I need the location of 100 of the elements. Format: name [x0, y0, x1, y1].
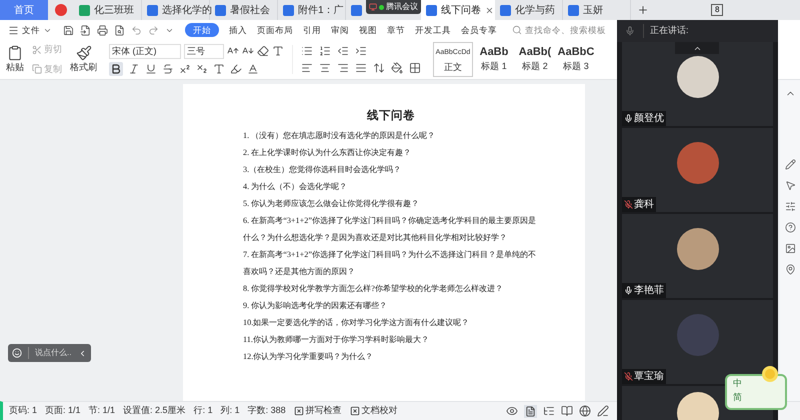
status-item: 页面: 1/1 [45, 404, 81, 418]
style-preset[interactable]: AaBbC 标题 3 [556, 42, 596, 78]
menu-icon[interactable] [8, 24, 19, 36]
image-icon[interactable] [784, 243, 796, 254]
align-right-icon[interactable] [337, 62, 349, 74]
checkbox-icon [350, 406, 360, 416]
clear-format-icon[interactable] [257, 45, 269, 57]
ribbon-tab[interactable]: 引用 [303, 24, 321, 36]
status-item: 设置值: 2.5厘米 [123, 404, 186, 418]
ribbon-tab[interactable]: 审阅 [331, 24, 349, 36]
eye-icon[interactable] [506, 405, 518, 417]
document-title: 线下问卷 [366, 108, 416, 124]
file-menu[interactable]: 文件 [22, 24, 40, 36]
reading-view-icon[interactable] [560, 405, 573, 417]
avatar [676, 228, 718, 270]
participant-tile[interactable]: 龚科 [622, 128, 773, 212]
question-text: 8. 你觉得学校对化学教学方面怎么样?你希望学校的化学老师怎么样改进？ [243, 283, 504, 295]
style-preset[interactable]: AaBb( 标题 2 [515, 42, 555, 78]
page-view-button[interactable] [524, 404, 537, 418]
speaking-label: 正在讲话: [643, 24, 689, 38]
close-icon[interactable] [485, 6, 494, 14]
align-center-icon[interactable] [319, 62, 331, 74]
sliders-icon[interactable] [784, 201, 796, 212]
italic-icon[interactable] [128, 62, 140, 74]
question-text: 1. （没有）您在填志愿时没有选化学的原因是什么呢？ [243, 130, 436, 142]
font-size-select[interactable]: 三号 [184, 44, 224, 58]
borders-icon[interactable] [409, 62, 421, 74]
justify-icon[interactable] [355, 62, 367, 74]
ribbon-tab[interactable]: 会员专享 [461, 24, 497, 36]
status-item: 页码: 1 [9, 404, 38, 418]
save-icon[interactable] [63, 24, 74, 36]
participant-tile[interactable]: 李艳菲 [622, 214, 773, 298]
undo-icon[interactable] [131, 24, 142, 36]
document-icon [147, 4, 158, 16]
microphone-icon[interactable] [625, 26, 635, 36]
question-text: 12.你认为学习化学重要吗？为什么？ [243, 351, 374, 363]
status-item: 节: 1/1 [88, 404, 116, 418]
font-color-icon[interactable] [247, 62, 259, 74]
paste-button[interactable]: 粘贴 [6, 44, 24, 74]
underline-icon[interactable] [145, 62, 157, 74]
numbered-list-icon[interactable] [319, 45, 331, 57]
document-icon [351, 4, 362, 16]
outline-view-icon[interactable] [542, 405, 555, 417]
new-tab-icon[interactable] [637, 4, 649, 16]
participant-tile[interactable]: 颜登优 [622, 42, 773, 126]
question-text: 2. 在上化学课时你认为什么东西让你决定有趣？ [243, 147, 412, 159]
smiley-icon [12, 348, 22, 358]
map-pin-icon[interactable] [784, 264, 796, 275]
ribbon-tab[interactable]: 视图 [359, 24, 377, 36]
paintbrush-icon [76, 44, 92, 61]
question-text: 11.你认为教师哪一方面对于你学习学科时影响最大？ [243, 334, 430, 346]
status-item: 字数: 388 [248, 404, 286, 418]
indent-icon[interactable] [355, 45, 367, 57]
ribbon-tab[interactable]: 章节 [387, 24, 405, 36]
superscript-icon[interactable] [179, 62, 191, 74]
align-left-icon[interactable] [301, 62, 313, 74]
preview-icon[interactable] [114, 24, 125, 36]
style-preset[interactable]: AaBb 标题 1 [474, 42, 514, 78]
ime-status-bar[interactable]: 中 简 [725, 374, 787, 410]
format-painter-button[interactable]: 格式刷 [70, 44, 97, 74]
strikethrough-icon[interactable] [162, 62, 174, 74]
question-text: 7. 在新高考“3+1+2”你选择了化学这门科目吗？为什么不选择这门科目？是单纯的不喜欢吗？还是其他方面的原因？ [243, 249, 537, 278]
search-field[interactable]: 查找命令、搜索模板 [512, 24, 607, 36]
proofread-button[interactable]: 文档校对 [350, 404, 398, 418]
status-item: 列: 1 [220, 404, 240, 418]
redo-icon[interactable] [148, 24, 159, 36]
bold-button[interactable] [109, 62, 123, 76]
screen-share-count[interactable]: 8 [711, 4, 724, 16]
help-icon[interactable] [784, 222, 796, 233]
question-text: 4. 为什么（不）会选化学呢？ [243, 181, 348, 193]
document-tab[interactable]: 首页 [0, 0, 48, 20]
microphone-icon [624, 286, 633, 295]
question-text: 3.（在校生）您觉得你选科目时会选化学吗？ [243, 164, 402, 176]
participant-name-tag: 覃宝瑜 [622, 369, 666, 384]
export-icon[interactable] [80, 24, 91, 36]
pen-icon[interactable] [784, 159, 796, 170]
screen-icon [369, 3, 377, 11]
pen-icon[interactable] [596, 405, 609, 417]
meeting-badge[interactable]: 腾讯会议 [366, 0, 421, 14]
ribbon-tab[interactable]: 开始 [185, 22, 219, 38]
bold-icon [110, 62, 122, 74]
web-view-icon[interactable] [578, 405, 591, 417]
shading-icon[interactable] [391, 62, 403, 74]
spreadsheet-icon [79, 4, 90, 16]
ribbon-tab[interactable]: 插入 [229, 24, 247, 36]
ribbon-tab[interactable]: 开发工具 [415, 24, 451, 36]
muted-microphone-icon [624, 372, 633, 381]
line-spacing-icon[interactable] [373, 62, 385, 74]
cursor-icon[interactable] [784, 180, 796, 191]
scissors-icon [32, 44, 42, 55]
app-logo-icon [55, 4, 67, 16]
print-icon[interactable] [97, 24, 108, 36]
comment-bar[interactable]: 说点什么... [8, 344, 91, 362]
ribbon-tab[interactable]: 页面布局 [257, 24, 293, 36]
subscript-icon[interactable] [196, 62, 208, 74]
outdent-icon[interactable] [337, 45, 349, 57]
document-tab[interactable]: 线下问卷 [421, 0, 495, 20]
highlighter-icon[interactable] [230, 62, 242, 74]
spell-check-button[interactable]: 拼写检查 [294, 404, 342, 418]
font-select[interactable]: 宋体 (正文) [109, 44, 181, 58]
